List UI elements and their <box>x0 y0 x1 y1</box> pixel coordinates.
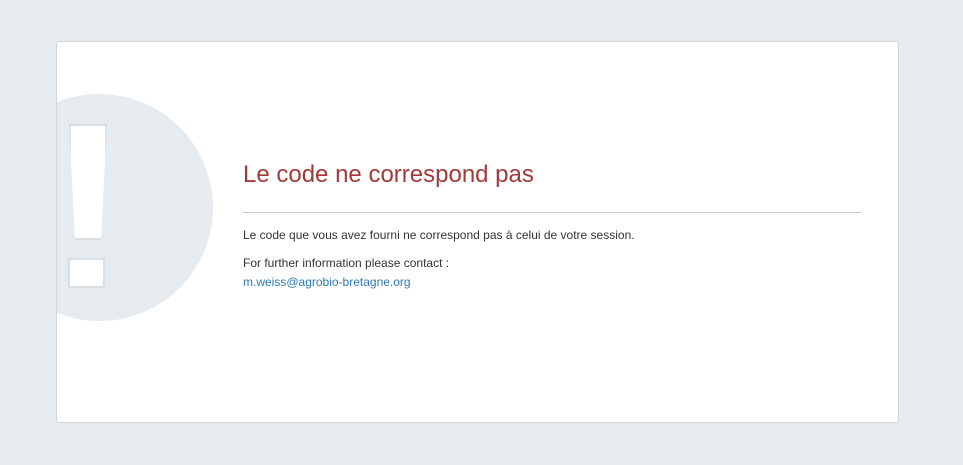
error-message: Le code que vous avez fourni ne correspo… <box>243 228 635 242</box>
title-divider <box>243 212 861 213</box>
error-card: Le code ne correspond pas Le code que vo… <box>56 41 899 423</box>
contact-label: For further information please contact : <box>243 256 450 270</box>
error-content: Le code ne correspond pas Le code que vo… <box>243 160 861 291</box>
exclamation-icon-dot <box>68 258 105 288</box>
contact-email-link[interactable]: m.weiss@agrobio-bretagne.org <box>243 274 411 290</box>
error-title: Le code ne correspond pas <box>243 161 534 188</box>
exclamation-icon <box>57 94 214 321</box>
